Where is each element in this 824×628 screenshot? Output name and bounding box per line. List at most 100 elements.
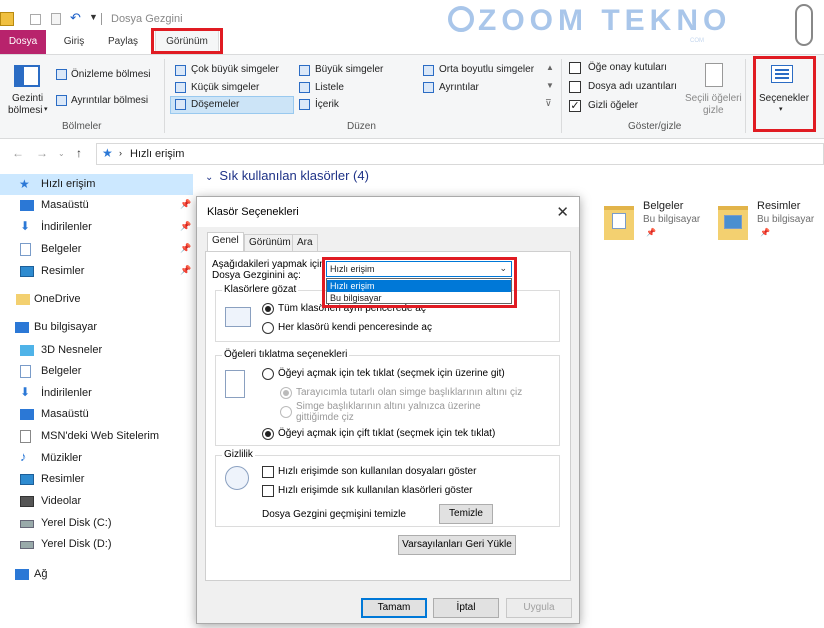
- sidebar-item-onedrive[interactable]: OneDrive: [0, 289, 193, 310]
- hide-selected-button-line2[interactable]: gizle: [703, 105, 724, 116]
- customize-toolbar-icon[interactable]: ▼: [89, 12, 98, 22]
- clear-history-button[interactable]: Temizle: [439, 504, 493, 524]
- layout-medium[interactable]: Orta boyutlu simgeler: [439, 64, 534, 75]
- breadcrumb[interactable]: Hızlı erişim: [130, 148, 184, 160]
- section-header-frequent-folders[interactable]: ⌄ Sık kullanılan klasörler (4): [205, 168, 369, 183]
- underline-hover-radio[interactable]: [280, 406, 292, 418]
- dropdown-option-quick-access[interactable]: Hızlı erişim: [327, 280, 511, 292]
- sidebar-item-quick-access[interactable]: ★ Hızlı erişim: [0, 174, 193, 195]
- open-with-dropdown[interactable]: Hızlı erişim ⌄: [326, 261, 512, 277]
- sidebar-item-this-pc[interactable]: Bu bilgisayar: [0, 317, 193, 338]
- browse-same-window-radio[interactable]: [262, 303, 274, 315]
- tab-file[interactable]: Dosya: [0, 30, 46, 54]
- click-items-group: Öğeleri tıklatma seçenekleri Öğeyi açmak…: [215, 349, 560, 446]
- sidebar-item-msn-websites[interactable]: MSN'deki Web Sitelerim: [0, 426, 193, 447]
- network-icon: [15, 569, 29, 580]
- navigation-pane-icon: [14, 65, 40, 87]
- ok-button[interactable]: Tamam: [361, 598, 427, 618]
- layout-extra-large[interactable]: Çok büyük simgeler: [191, 64, 279, 75]
- options-button[interactable]: Seçenekler: [759, 93, 809, 104]
- open-with-value: Hızlı erişim: [330, 264, 375, 274]
- sidebar-item-pictures[interactable]: Resimler 📌: [0, 261, 193, 282]
- double-click-radio[interactable]: [262, 428, 274, 440]
- restore-defaults-button[interactable]: Varsayılanları Geri Yükle: [398, 535, 516, 555]
- new-folder-icon[interactable]: [51, 13, 61, 25]
- address-box[interactable]: ★ › Hızlı erişim: [96, 143, 824, 165]
- layout-scroll-down-icon[interactable]: ▼: [546, 81, 554, 90]
- frequent-folders-checkbox[interactable]: [262, 485, 274, 497]
- sidebar-item-label: 3D Nesneler: [41, 344, 103, 356]
- sidebar-item-downloads[interactable]: ⬇ İndirilenler: [0, 383, 193, 404]
- forward-icon[interactable]: →: [36, 146, 48, 160]
- sidebar-item-pictures[interactable]: Resimler: [0, 469, 193, 490]
- computer-icon: [15, 322, 29, 333]
- sidebar-item-downloads[interactable]: ⬇ İndirilenler 📌: [0, 217, 193, 238]
- layout-details[interactable]: Ayrıntılar: [439, 82, 479, 93]
- folder-name: Belgeler: [643, 200, 684, 212]
- pin-icon: 📌: [180, 265, 192, 275]
- sidebar-item-music[interactable]: ♪ Müzikler: [0, 448, 193, 469]
- dropdown-arrow-icon: ▾: [44, 106, 48, 113]
- tab-share[interactable]: Paylaş: [103, 30, 143, 54]
- ribbon: Gezinti bölmesi ▾ Önizleme bölmesi Ayrın…: [0, 54, 824, 139]
- back-icon[interactable]: ←: [12, 146, 24, 160]
- underline-browser-radio[interactable]: [280, 387, 292, 399]
- tab-search[interactable]: Ara: [292, 234, 318, 251]
- sidebar-item-disk-d[interactable]: Yerel Disk (D:): [0, 534, 193, 555]
- sidebar-item-documents[interactable]: Belgeler 📌: [0, 239, 193, 260]
- star-icon: ★: [19, 177, 30, 191]
- desktop-icon: [20, 200, 34, 211]
- tab-view[interactable]: Görünüm: [155, 30, 219, 54]
- sidebar-item-label: Masaüstü: [41, 199, 89, 211]
- options-dropdown-icon[interactable]: ▾: [779, 105, 783, 113]
- single-click-label: Öğeyi açmak için tek tıklat (seçmek için…: [278, 368, 505, 379]
- recent-locations-icon[interactable]: ⌄: [58, 149, 65, 158]
- preview-pane-button[interactable]: Önizleme bölmesi: [71, 69, 150, 80]
- undo-icon[interactable]: ↶: [70, 10, 81, 26]
- layout-tiles[interactable]: Döşemeler: [191, 99, 239, 110]
- sidebar-item-videos[interactable]: Videolar: [0, 491, 193, 512]
- sidebar-item-label: Resimler: [41, 265, 85, 277]
- details-pane-button[interactable]: Ayrıntılar bölmesi: [71, 95, 148, 106]
- hidden-items-checkbox[interactable]: ✓: [569, 100, 581, 112]
- cancel-button[interactable]: İptal: [433, 598, 499, 618]
- sidebar-item-documents[interactable]: Belgeler: [0, 361, 193, 382]
- close-icon[interactable]: ✕: [556, 203, 569, 221]
- apply-button[interactable]: Uygula: [506, 598, 572, 618]
- layout-expand-icon[interactable]: ⊽: [545, 98, 552, 109]
- sidebar-item-label: Yerel Disk (C:): [41, 517, 112, 529]
- tab-view[interactable]: Görünüm: [244, 234, 296, 251]
- hide-selected-button-line1[interactable]: Seçili öğeleri: [685, 93, 742, 104]
- layout-small[interactable]: Küçük simgeler: [191, 82, 259, 93]
- sidebar-item-3d-objects[interactable]: 3D Nesneler: [0, 340, 193, 361]
- browse-new-window-radio[interactable]: [262, 322, 274, 334]
- up-icon[interactable]: ↑: [76, 146, 82, 160]
- tab-home[interactable]: Giriş: [58, 30, 90, 54]
- pin-icon: 📌: [180, 199, 192, 209]
- documents-icon: [612, 213, 626, 229]
- group-label-show-hide: Göster/gizle: [628, 121, 682, 132]
- group-label-layout: Düzen: [347, 121, 376, 132]
- frequent-folders-label: Hızlı erişimde sık kullanılan klasörleri…: [278, 485, 473, 496]
- layout-scroll-up-icon[interactable]: ▲: [546, 63, 554, 72]
- sidebar-item-desktop[interactable]: Masaüstü 📌: [0, 195, 193, 216]
- folder-location: Bu bilgisayar: [757, 214, 815, 225]
- layout-content[interactable]: İçerik: [315, 99, 339, 110]
- single-click-radio[interactable]: [262, 368, 274, 380]
- double-click-label: Öğeyi açmak için çift tıklat (seçmek içi…: [278, 428, 496, 439]
- recent-files-checkbox[interactable]: [262, 466, 274, 478]
- app-folder-icon[interactable]: [0, 12, 14, 26]
- file-extensions-label: Dosya adı uzantıları: [588, 81, 677, 92]
- dropdown-option-this-pc[interactable]: Bu bilgisayar: [327, 292, 511, 304]
- sidebar-item-network[interactable]: Ağ: [0, 564, 193, 585]
- sidebar-item-label: Hızlı erişim: [41, 178, 96, 190]
- sidebar-item-disk-c[interactable]: Yerel Disk (C:): [0, 513, 193, 534]
- properties-icon[interactable]: [30, 14, 41, 25]
- layout-list[interactable]: Listele: [315, 82, 344, 93]
- sidebar-item-desktop[interactable]: Masaüstü: [0, 404, 193, 425]
- tab-general[interactable]: Genel: [207, 232, 244, 252]
- file-extensions-checkbox[interactable]: [569, 81, 581, 93]
- layout-large[interactable]: Büyük simgeler: [315, 64, 383, 75]
- item-checkboxes-checkbox[interactable]: [569, 62, 581, 74]
- nav-pane-label-2: bölmesi: [8, 105, 43, 116]
